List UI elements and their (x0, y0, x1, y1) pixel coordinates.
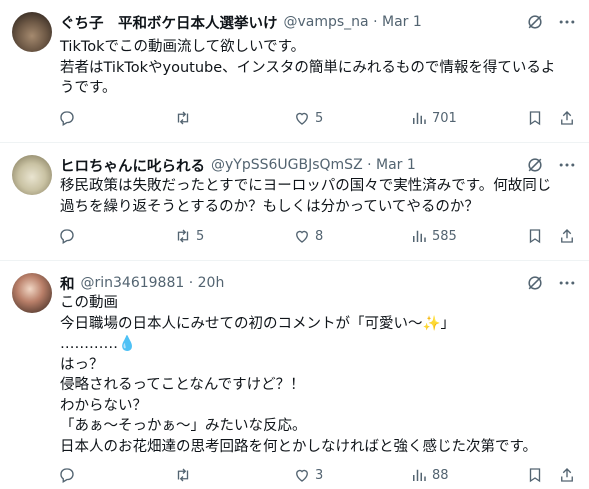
reply-button[interactable] (58, 108, 80, 128)
like-count: 3 (315, 467, 324, 483)
author-name[interactable]: 和 (60, 273, 75, 294)
share-icon (561, 229, 573, 243)
reply-button[interactable] (58, 226, 80, 246)
tweet-actions: 3 88 (56, 465, 579, 485)
like-button[interactable]: 3 (293, 465, 323, 485)
views-icon (413, 112, 426, 124)
tweet-line: 侵略されるってことなんですけど？！ (60, 377, 305, 393)
tweet-line: わからない？ (60, 397, 147, 414)
views-button[interactable]: 585 (410, 226, 457, 246)
retweet-icon (177, 111, 189, 125)
share-icon (561, 468, 573, 482)
tweet-header: ヒロちゃんに叱られる @yYpSS6UGBJsQmSZ · Mar 1 (60, 155, 416, 175)
more-icon[interactable] (557, 155, 577, 175)
retweet-button[interactable] (174, 108, 196, 128)
author-handle-time[interactable]: @yYpSS6UGBJsQmSZ · Mar 1 (211, 157, 416, 173)
more-icon[interactable] (557, 12, 577, 32)
tweet-actions: 5 701 (56, 108, 579, 128)
bookmark-button[interactable] (526, 465, 544, 485)
retweet-button[interactable]: 5 (174, 226, 204, 246)
author-name[interactable]: ぐち子 平和ボケ日本人選挙いけ (60, 12, 278, 33)
tweet-text: TikTokでこの動画流して欲しいです。 若者はTikTokやyoutube、イ… (60, 37, 577, 99)
author-name[interactable]: ヒロちゃんに叱られる (60, 155, 205, 176)
tweet[interactable]: ヒロちゃんに叱られる @yYpSS6UGBJsQmSZ · Mar 1 移民政策… (0, 143, 589, 261)
avatar[interactable] (12, 155, 52, 195)
tweet-line: …………💧 (60, 336, 137, 352)
tweet[interactable]: ぐち子 平和ボケ日本人選挙いけ @vamps_na · Mar 1 TikTok… (0, 0, 589, 143)
views-count: 701 (432, 110, 457, 126)
heart-icon (296, 469, 308, 482)
like-button[interactable]: 5 (293, 108, 323, 128)
tweet-line: 若者はTikTokやyoutube、インスタの簡単にみれるもので情報を得ているよ (60, 59, 556, 76)
heart-icon (296, 230, 308, 243)
reply-icon (60, 229, 74, 244)
tweet-feed: ぐち子 平和ボケ日本人選挙いけ @vamps_na · Mar 1 TikTok… (0, 0, 589, 489)
grok-icon[interactable] (525, 155, 545, 175)
like-count: 8 (315, 228, 324, 244)
tweet-actions: 5 8 585 (56, 226, 579, 246)
share-button[interactable] (558, 108, 576, 128)
retweet-count: 5 (196, 228, 205, 244)
tweet-line: この動画 (60, 295, 118, 311)
tweet-text: 移民政策は失敗だったとすでにヨーロッパの国々で実性済みです。何故同じ 過ちを繰り… (60, 176, 577, 217)
share-button[interactable] (558, 465, 576, 485)
tweet[interactable]: 和 @rin34619881 · 20h この動画 今日職場の日本人にみせての初… (0, 261, 589, 489)
views-count: 585 (432, 228, 457, 244)
tweet-line: 今日職場の日本人にみせての初のコメントが「可愛い〜✨」 (60, 315, 456, 332)
tweet-header: 和 @rin34619881 · 20h (60, 273, 224, 293)
views-button[interactable]: 88 (410, 465, 449, 485)
views-button[interactable]: 701 (410, 108, 457, 128)
tweet-line: うです。 (60, 80, 117, 96)
heart-icon (296, 112, 308, 125)
bookmark-icon (529, 468, 541, 483)
reply-icon (60, 111, 74, 126)
views-icon (413, 230, 426, 242)
author-handle-time[interactable]: @vamps_na · Mar 1 (284, 14, 422, 30)
like-count: 5 (315, 110, 324, 126)
views-count: 88 (432, 467, 449, 483)
avatar[interactable] (12, 12, 52, 52)
tweet-line: はっ？ (60, 356, 104, 373)
retweet-button[interactable] (174, 465, 196, 485)
tweet-line: 「あぁ〜そっかぁ〜」みたいな反応。 (60, 418, 307, 434)
retweet-icon (177, 468, 189, 482)
author-handle-time[interactable]: @rin34619881 · 20h (81, 275, 225, 291)
tweet-header: ぐち子 平和ボケ日本人選挙いけ @vamps_na · Mar 1 (60, 12, 422, 32)
share-button[interactable] (558, 226, 576, 246)
tweet-line: TikTokでこの動画流して欲しいです。 (60, 39, 306, 55)
avatar[interactable] (12, 273, 52, 313)
grok-icon[interactable] (525, 12, 545, 32)
bookmark-button[interactable] (526, 108, 544, 128)
tweet-line: 過ちを繰り返そうとするのか？もしくは分かっていてやるのか？ (60, 198, 479, 215)
tweet-line: 日本人のお花畑達の思考回路を何とかしなければと強く感じた次第です。 (60, 438, 538, 455)
retweet-icon (177, 229, 189, 243)
views-icon (413, 469, 426, 481)
reply-icon (60, 468, 74, 483)
bookmark-icon (529, 111, 541, 126)
reply-button[interactable] (58, 465, 80, 485)
bookmark-button[interactable] (526, 226, 544, 246)
like-button[interactable]: 8 (293, 226, 323, 246)
more-icon[interactable] (557, 273, 577, 293)
bookmark-icon (529, 229, 541, 244)
grok-icon[interactable] (525, 273, 545, 293)
tweet-text: この動画 今日職場の日本人にみせての初のコメントが「可愛い〜✨」 …………💧 は… (60, 293, 577, 457)
share-icon (561, 111, 573, 125)
tweet-line: 移民政策は失敗だったとすでにヨーロッパの国々で実性済みです。何故同じ (60, 178, 552, 194)
